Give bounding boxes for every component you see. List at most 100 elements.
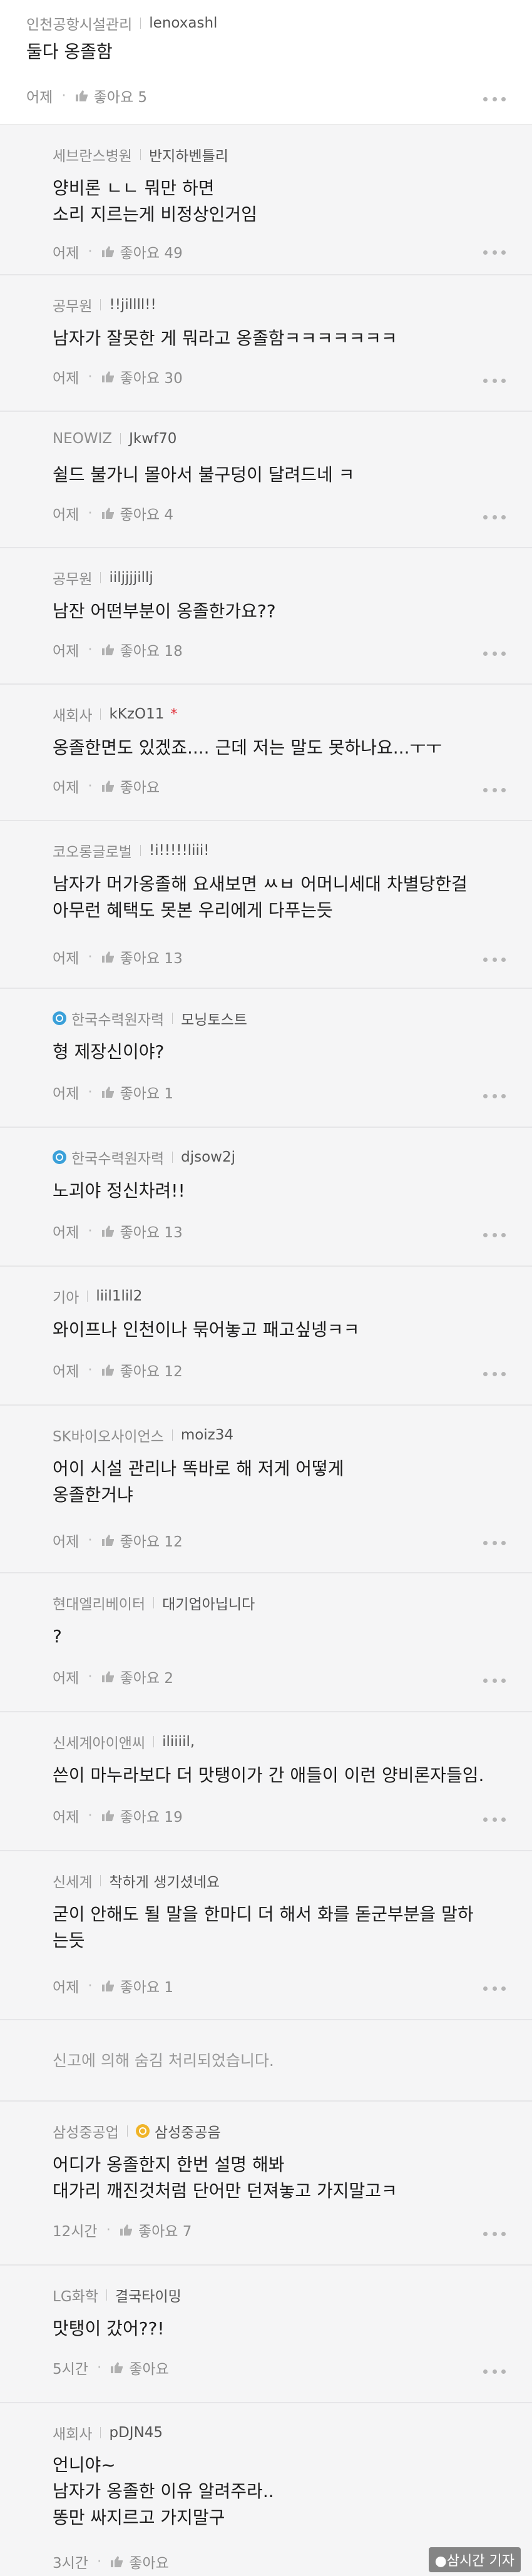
like-button[interactable]: 좋아요 18 — [101, 639, 183, 660]
thumbs-up-icon — [75, 90, 88, 101]
reply: 세브란스병원 반지하벤틀리 양비론 ㄴㄴ 뭐만 하면 소리 지르는게 비정상인거임… — [0, 125, 532, 275]
comment-footer: 어제 · 좋아요 1 — [53, 1081, 173, 1103]
company-label: 공무원 — [53, 299, 93, 315]
comment-text: 옹졸한면도 있겠죠.... 근데 저는 말도 못하나요...ㅜㅜ — [53, 737, 442, 758]
more-dots-icon[interactable] — [483, 1986, 506, 1991]
watermark: ●삼시간 기자 — [428, 2547, 521, 2572]
timestamp: 3시간 — [53, 2555, 88, 2572]
nickname[interactable]: pDJN45 — [109, 2425, 163, 2441]
company-label: 현대엘리베이터 — [53, 1597, 146, 1613]
timestamp: 어제 — [53, 951, 79, 967]
like-button[interactable]: 좋아요 1 — [101, 1975, 173, 1996]
like-button[interactable]: 좋아요 5 — [75, 85, 147, 106]
reply: 기아 liil1lil2 와이프나 인천이나 묶어놓고 패고싶넹ㅋㅋ 어제 · 좋아요… — [0, 1267, 532, 1406]
comment-text: 노괴야 정신차려!! — [53, 1180, 185, 1201]
timestamp: 어제 — [53, 1980, 79, 1996]
nickname[interactable]: 대기업아닙니다 — [162, 1592, 255, 1613]
like-button[interactable]: 좋아요 — [110, 2357, 169, 2378]
comment-footer: 3시간 · 좋아요 — [53, 2551, 169, 2572]
comment-footer: 어제 · 좋아요 2 — [53, 1666, 173, 1687]
like-button[interactable]: 좋아요 49 — [101, 241, 183, 262]
nickname[interactable]: djsow2j — [181, 1149, 235, 1165]
company-label: LG화학 — [53, 2289, 98, 2305]
more-dots-icon[interactable] — [483, 1817, 506, 1822]
like-button[interactable]: 좋아요 4 — [101, 503, 173, 524]
company-label: 한국수력원자력 — [71, 1012, 165, 1028]
like-button[interactable]: 좋아요 12 — [101, 1359, 183, 1381]
comment-thread: { "comments": [ {"org":"인천공항시설관리","nick"… — [0, 0, 532, 2576]
hidden-notice: 신고에 의해 숨김 처리되었습니다. — [53, 2052, 274, 2070]
timestamp: 5시간 — [53, 2361, 88, 2378]
more-dots-icon[interactable] — [483, 2232, 506, 2237]
nickname[interactable]: !i!!!!!liii! — [149, 842, 210, 859]
nickname[interactable]: kKzO11 — [109, 706, 164, 722]
comment-footer: 어제 · 좋아요 18 — [53, 639, 183, 660]
comment-text: 와이프나 인천이나 묶어놓고 패고싶넹ㅋㅋ — [53, 1319, 360, 1340]
reply: SK바이오사이언스 moiz34 어이 시설 관리나 똑바로 해 저게 어떻게 옹… — [0, 1406, 532, 1573]
company-label: 한국수력원자력 — [71, 1151, 165, 1167]
nickname[interactable]: 반지하벤틀리 — [149, 144, 228, 165]
comment-meta: 공무원 !!jillll!! — [53, 294, 156, 315]
more-dots-icon[interactable] — [483, 2369, 506, 2374]
thumbs-up-icon — [101, 1535, 114, 1546]
timestamp: 어제 — [53, 1225, 79, 1241]
nickname[interactable]: iliiiil, — [162, 1734, 195, 1750]
reply: 새회사 pDJN45 언니야~ 남자가 옹졸한 이유 알려주라.. 똥만 싸지르고… — [0, 2403, 532, 2576]
like-button[interactable]: 좋아요 12 — [101, 1530, 183, 1551]
nickname[interactable]: iiljjjjillj — [109, 570, 153, 586]
like-button[interactable]: 좋아요 — [101, 775, 160, 797]
more-dots-icon[interactable] — [483, 97, 506, 102]
company-label: 인천공항시설관리 — [26, 17, 133, 33]
more-dots-icon[interactable] — [483, 379, 506, 384]
comment-meta: SK바이오사이언스 moiz34 — [53, 1424, 233, 1446]
comment-text: 어디가 옹졸한지 한번 설명 해봐 대가리 깨진것처럼 단어만 던져놓고 가지말… — [53, 2154, 397, 2201]
comment-text: 남자가 머가옹졸해 요새보면 ㅆㅂ 어머니세대 차별당한걸 아무런 혜택도 못본… — [53, 874, 468, 921]
comment-text: 쉴드 불가니 몰아서 불구덩이 달려드네 ㅋ — [53, 464, 355, 485]
more-dots-icon[interactable] — [483, 1679, 506, 1684]
comment-text: 남잔 어떤부분이 옹졸한가요?? — [53, 601, 276, 621]
comment-footer: 어제 · 좋아요 13 — [53, 946, 183, 968]
comment-meta: 코오롱글로벌 !i!!!!!liii! — [53, 840, 209, 861]
reply: 코오롱글로벌 !i!!!!!liii! 남자가 머가옹졸해 요새보면 ㅆㅂ 어머니… — [0, 821, 532, 989]
more-dots-icon[interactable] — [483, 652, 506, 657]
like-button[interactable]: 좋아요 2 — [101, 1666, 173, 1687]
more-dots-icon[interactable] — [483, 1094, 506, 1099]
nickname[interactable]: 삼성중공음 — [155, 2120, 221, 2142]
timestamp: 어제 — [53, 1534, 79, 1550]
timestamp: 어제 — [53, 1086, 79, 1102]
nickname[interactable]: 착하게 생기셨네요 — [109, 1870, 220, 1891]
thumbs-up-icon — [111, 2556, 123, 2567]
like-button[interactable]: 좋아요 13 — [101, 946, 183, 968]
comment-text: 양비론 ㄴㄴ 뭐만 하면 소리 지르는게 비정상인거임 — [53, 178, 257, 225]
company-label: 기아 — [53, 1290, 79, 1306]
more-dots-icon[interactable] — [483, 515, 506, 520]
comment-footer: 어제 · 좋아요 30 — [53, 366, 183, 387]
nickname[interactable]: 결국타이밍 — [115, 2284, 182, 2306]
nickname[interactable]: Jkwf70 — [129, 431, 176, 447]
like-button[interactable]: 좋아요 30 — [101, 366, 183, 387]
like-button[interactable]: 좋아요 1 — [101, 1081, 173, 1103]
more-dots-icon[interactable] — [483, 788, 506, 793]
more-dots-icon[interactable] — [483, 1372, 506, 1377]
comment-text: 쓴이 마누라보다 더 맛탱이가 간 애들이 이런 양비론자들임. — [53, 1765, 484, 1786]
nickname[interactable]: lenoxashl — [149, 15, 217, 31]
more-dots-icon[interactable] — [483, 1541, 506, 1546]
comment-footer: 12시간 · 좋아요 7 — [53, 2219, 192, 2241]
nickname[interactable]: moiz34 — [181, 1427, 233, 1443]
reply: 공무원 iiljjjjillj 남잔 어떤부분이 옹졸한가요?? 어제 · 좋아요 1… — [0, 548, 532, 685]
like-button[interactable]: 좋아요 — [110, 2551, 169, 2572]
new-indicator: * — [170, 706, 178, 722]
more-dots-icon[interactable] — [483, 1233, 506, 1238]
thumbs-up-icon — [101, 1980, 114, 1991]
like-button[interactable]: 좋아요 7 — [120, 2219, 192, 2241]
nickname[interactable]: 모닝토스트 — [181, 1008, 247, 1029]
reply: 한국수력원자력 djsow2j 노괴야 정신차려!! 어제 · 좋아요 13 — [0, 1128, 532, 1267]
nickname[interactable]: liil1lil2 — [96, 1288, 142, 1304]
comment-footer: 어제 · 좋아요 4 — [53, 503, 173, 524]
nickname[interactable]: !!jillll!! — [109, 297, 156, 313]
more-dots-icon[interactable] — [483, 958, 506, 963]
comment-meta: 신세계아이앤씨 iliiiil, — [53, 1731, 195, 1752]
like-button[interactable]: 좋아요 19 — [101, 1805, 183, 1826]
like-button[interactable]: 좋아요 13 — [101, 1220, 183, 1242]
more-dots-icon[interactable] — [483, 250, 506, 255]
